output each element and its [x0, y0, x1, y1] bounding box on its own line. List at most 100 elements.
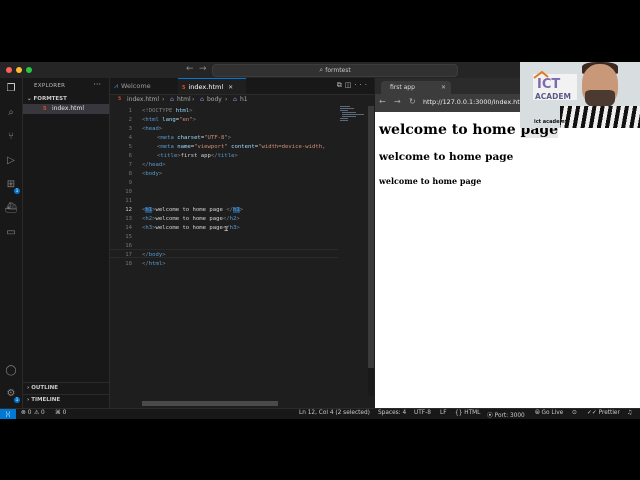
ports-indicator[interactable]: ⌘ 0: [55, 410, 66, 416]
divider: [23, 394, 109, 395]
explorer-icon[interactable]: ❐: [4, 82, 18, 96]
minimap[interactable]: [338, 106, 366, 186]
remote-icon[interactable]: ⟩⟨: [0, 409, 16, 419]
forward-arrow-icon[interactable]: →: [394, 97, 401, 106]
search-icon: ⌕: [319, 66, 324, 74]
vscode-icon: ⩘: [114, 82, 118, 90]
code-editor[interactable]: 1 2 3 4 5 6 7 8 9 10 11 12 13 14 15 16 1…: [110, 106, 338, 396]
code-token: welcome to home page: [155, 225, 223, 231]
maximize-window-button[interactable]: [26, 67, 32, 73]
docker-icon[interactable]: ⛴: [4, 202, 18, 216]
code-token: </: [222, 216, 230, 222]
errors-indicator[interactable]: ⊗ 0: [21, 410, 31, 416]
outline-label: OUTLINE: [31, 385, 58, 391]
file-index-html[interactable]: 5 index.html: [23, 104, 109, 114]
braces-icon: {}: [455, 410, 463, 416]
encoding[interactable]: UTF-8: [414, 410, 431, 416]
more-icon[interactable]: ···: [354, 81, 370, 89]
more-actions-icon[interactable]: ···: [93, 80, 101, 89]
bell-icon[interactable]: ♫: [627, 410, 632, 416]
code-token: >: [227, 135, 232, 141]
line-number: 8: [128, 171, 132, 177]
source-control-icon[interactable]: ⑂: [4, 130, 18, 144]
tab-index-html[interactable]: 5 index.html ✕: [178, 78, 246, 94]
element-icon: ⌂: [170, 96, 174, 103]
notifications-icon[interactable]: ⊙: [572, 410, 577, 416]
minimize-window-button[interactable]: [16, 67, 22, 73]
code-token: body: [145, 171, 159, 177]
split-editor-icon[interactable]: ◫: [345, 81, 355, 89]
close-icon[interactable]: ✕: [441, 81, 446, 94]
search-icon[interactable]: ⌕: [4, 106, 18, 120]
line-number: 15: [125, 234, 132, 240]
code-token: "en": [179, 117, 193, 123]
code-token: title: [160, 153, 178, 159]
line-number: 18: [125, 261, 132, 267]
breadcrumb-body[interactable]: body: [207, 96, 222, 103]
line-ending[interactable]: LF: [440, 410, 447, 416]
ports-icon: ⌘: [55, 410, 61, 416]
reload-icon[interactable]: ↻: [409, 97, 416, 106]
tab-welcome[interactable]: ⩘ Welcome: [110, 78, 178, 94]
minimap-line: [342, 112, 356, 113]
close-icon[interactable]: ✕: [228, 84, 233, 91]
code-token: html: [175, 108, 190, 114]
mouse-cursor-icon: ⌶: [224, 225, 229, 233]
code-token: </: [142, 252, 149, 258]
scroll-thumb[interactable]: [368, 106, 374, 368]
command-center-search[interactable]: ⌕ formtest: [212, 64, 458, 77]
breadcrumb-h1[interactable]: h1: [240, 96, 248, 103]
vertical-scrollbar[interactable]: [368, 106, 374, 396]
back-arrow-icon[interactable]: ←: [379, 97, 386, 106]
code-line-17: </body>: [142, 252, 166, 258]
live-server-port[interactable]: ⦿ Port: 3000: [487, 410, 525, 419]
code-token: welcome to home page: [155, 207, 227, 213]
back-arrow-icon[interactable]: ←: [186, 64, 194, 74]
editor-actions[interactable]: ⧉◫···: [337, 81, 370, 90]
folder-formtest[interactable]: ⌄ FORMTEST: [27, 96, 67, 102]
chat-icon[interactable]: ▭: [4, 226, 18, 240]
account-icon[interactable]: ◯: [4, 364, 18, 378]
extensions-icon[interactable]: ⊞ 1: [4, 178, 20, 194]
settings-badge: 1: [14, 397, 20, 403]
broadcast-icon: ⦿: [487, 413, 493, 419]
horizontal-scrollbar[interactable]: [142, 401, 278, 406]
element-icon: ⌂: [233, 96, 237, 103]
code-token: html: [145, 117, 159, 123]
indentation[interactable]: Spaces: 4: [378, 410, 406, 416]
code-token: >: [162, 252, 166, 258]
code-token: >: [158, 171, 163, 177]
timeline-section[interactable]: › TIMELINE: [27, 397, 60, 403]
code-token: </: [210, 153, 218, 159]
warnings-indicator[interactable]: ⚠ 0: [34, 410, 45, 416]
explorer-sidebar: EXPLORER ··· ⌄ FORMTEST 5 index.html › O…: [23, 78, 110, 408]
prettier-button[interactable]: ✓✓ Prettier: [587, 410, 620, 416]
close-window-button[interactable]: [6, 67, 12, 73]
extensions-badge: 1: [14, 188, 20, 194]
code-token-selected: h1: [232, 207, 240, 213]
code-token: first app: [180, 153, 211, 159]
code-line-13: <h2>welcome to home page</h2>: [142, 216, 240, 222]
run-debug-icon[interactable]: ▷: [4, 154, 18, 168]
address-bar[interactable]: http://127.0.0.1:3000/index.html: [423, 98, 528, 106]
language-mode[interactable]: {} HTML: [455, 410, 480, 416]
folder-label: FORMTEST: [33, 96, 67, 102]
activity-bar: ❐ ⌕ ⑂ ▷ ⊞ 1 ⛴ ▭ ◯ ⚙ 1: [0, 78, 23, 408]
window-title: formtest: [325, 67, 351, 74]
prettier-label: Prettier: [598, 410, 620, 416]
cursor-position[interactable]: Ln 12, Col 4 (2 selected): [299, 410, 370, 416]
go-live-button[interactable]: ⦾ Go Live: [535, 410, 563, 417]
minimap-line: [340, 120, 348, 121]
broadcast-icon: ⦾: [535, 410, 540, 416]
line-number: 5: [128, 144, 132, 150]
breadcrumb-file[interactable]: index.html: [127, 96, 159, 103]
code-token: >: [162, 162, 166, 168]
outline-section[interactable]: › OUTLINE: [27, 385, 58, 391]
forward-arrow-icon[interactable]: →: [199, 64, 207, 74]
warnings-count: 0: [41, 410, 45, 416]
gear-icon[interactable]: ⚙ 1: [4, 387, 20, 403]
open-preview-icon[interactable]: ⧉: [337, 81, 345, 89]
breadcrumb-html[interactable]: html: [177, 96, 191, 103]
code-line-7: </head>: [142, 162, 166, 168]
browser-tab[interactable]: first app ✕: [381, 81, 451, 94]
